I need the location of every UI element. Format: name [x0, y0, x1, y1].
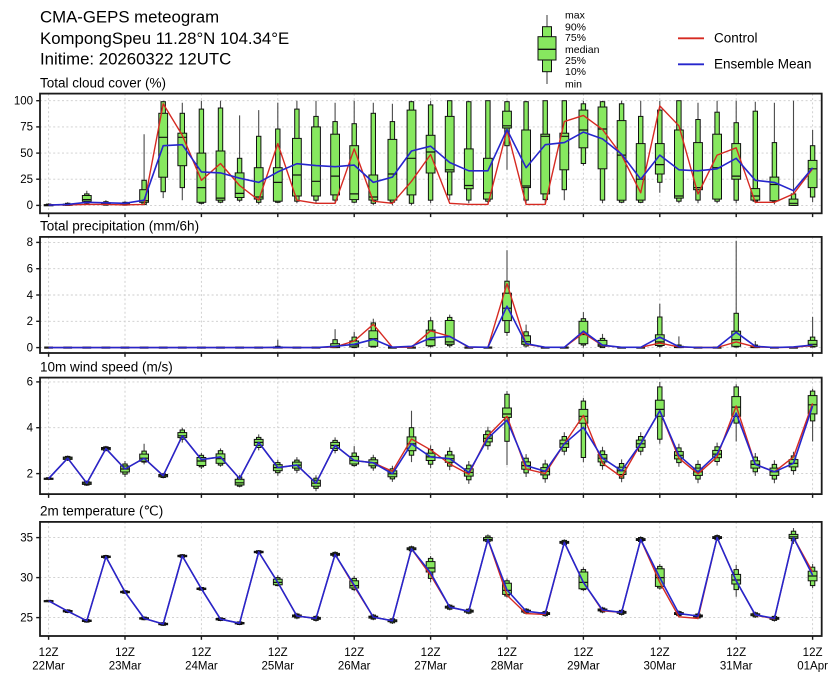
svg-text:26Mar: 26Mar	[338, 661, 371, 673]
svg-text:min: min	[565, 79, 582, 91]
svg-text:12Z: 12Z	[421, 647, 441, 659]
svg-text:28Mar: 28Mar	[491, 661, 524, 673]
svg-text:4: 4	[27, 290, 34, 302]
svg-text:25: 25	[20, 612, 33, 624]
svg-text:35: 35	[20, 532, 33, 544]
svg-text:12Z: 12Z	[268, 647, 288, 659]
svg-text:12Z: 12Z	[191, 647, 211, 659]
svg-text:12Z: 12Z	[115, 647, 135, 659]
svg-text:12Z: 12Z	[573, 647, 593, 659]
svg-text:Total cloud cover (%): Total cloud cover (%)	[40, 75, 166, 90]
svg-text:Total precipitation (mm/6h): Total precipitation (mm/6h)	[40, 219, 199, 234]
svg-text:4: 4	[27, 423, 34, 435]
svg-text:max: max	[565, 10, 586, 22]
svg-text:Ensemble Mean: Ensemble Mean	[714, 57, 812, 72]
svg-text:Initime: 20260322 12UTC: Initime: 20260322 12UTC	[40, 49, 231, 68]
svg-text:01Apr: 01Apr	[797, 661, 828, 673]
svg-text:0: 0	[27, 200, 33, 212]
svg-text:10m wind speed (m/s): 10m wind speed (m/s)	[40, 359, 173, 374]
svg-text:12Z: 12Z	[497, 647, 517, 659]
svg-text:22Mar: 22Mar	[32, 661, 65, 673]
svg-text:12Z: 12Z	[344, 647, 364, 659]
svg-text:6: 6	[27, 377, 33, 389]
svg-text:75%: 75%	[565, 32, 586, 44]
svg-text:Control: Control	[714, 31, 758, 46]
svg-text:2: 2	[27, 468, 33, 480]
svg-text:100: 100	[14, 96, 33, 108]
svg-text:10%: 10%	[565, 66, 586, 78]
svg-text:30: 30	[20, 572, 33, 584]
svg-text:6: 6	[27, 264, 33, 276]
svg-text:25: 25	[20, 174, 33, 186]
svg-text:8: 8	[27, 237, 33, 249]
svg-text:27Mar: 27Mar	[414, 661, 447, 673]
svg-text:12Z: 12Z	[39, 647, 59, 659]
svg-text:2m temperature (℃): 2m temperature (℃)	[40, 504, 163, 519]
svg-text:23Mar: 23Mar	[109, 661, 142, 673]
svg-text:2: 2	[27, 316, 33, 328]
svg-text:0: 0	[27, 342, 33, 354]
svg-text:12Z: 12Z	[650, 647, 670, 659]
svg-text:CMA-GEPS meteogram: CMA-GEPS meteogram	[40, 7, 219, 26]
svg-text:12Z: 12Z	[726, 647, 746, 659]
svg-text:24Mar: 24Mar	[185, 661, 218, 673]
svg-text:29Mar: 29Mar	[567, 661, 600, 673]
svg-text:50: 50	[20, 148, 33, 160]
svg-text:75: 75	[20, 122, 33, 134]
svg-text:31Mar: 31Mar	[720, 661, 753, 673]
svg-text:30Mar: 30Mar	[643, 661, 676, 673]
svg-text:12Z: 12Z	[803, 647, 823, 659]
svg-text:KompongSpeu 11.28°N 104.34°E: KompongSpeu 11.28°N 104.34°E	[40, 29, 289, 48]
svg-text:25Mar: 25Mar	[261, 661, 294, 673]
